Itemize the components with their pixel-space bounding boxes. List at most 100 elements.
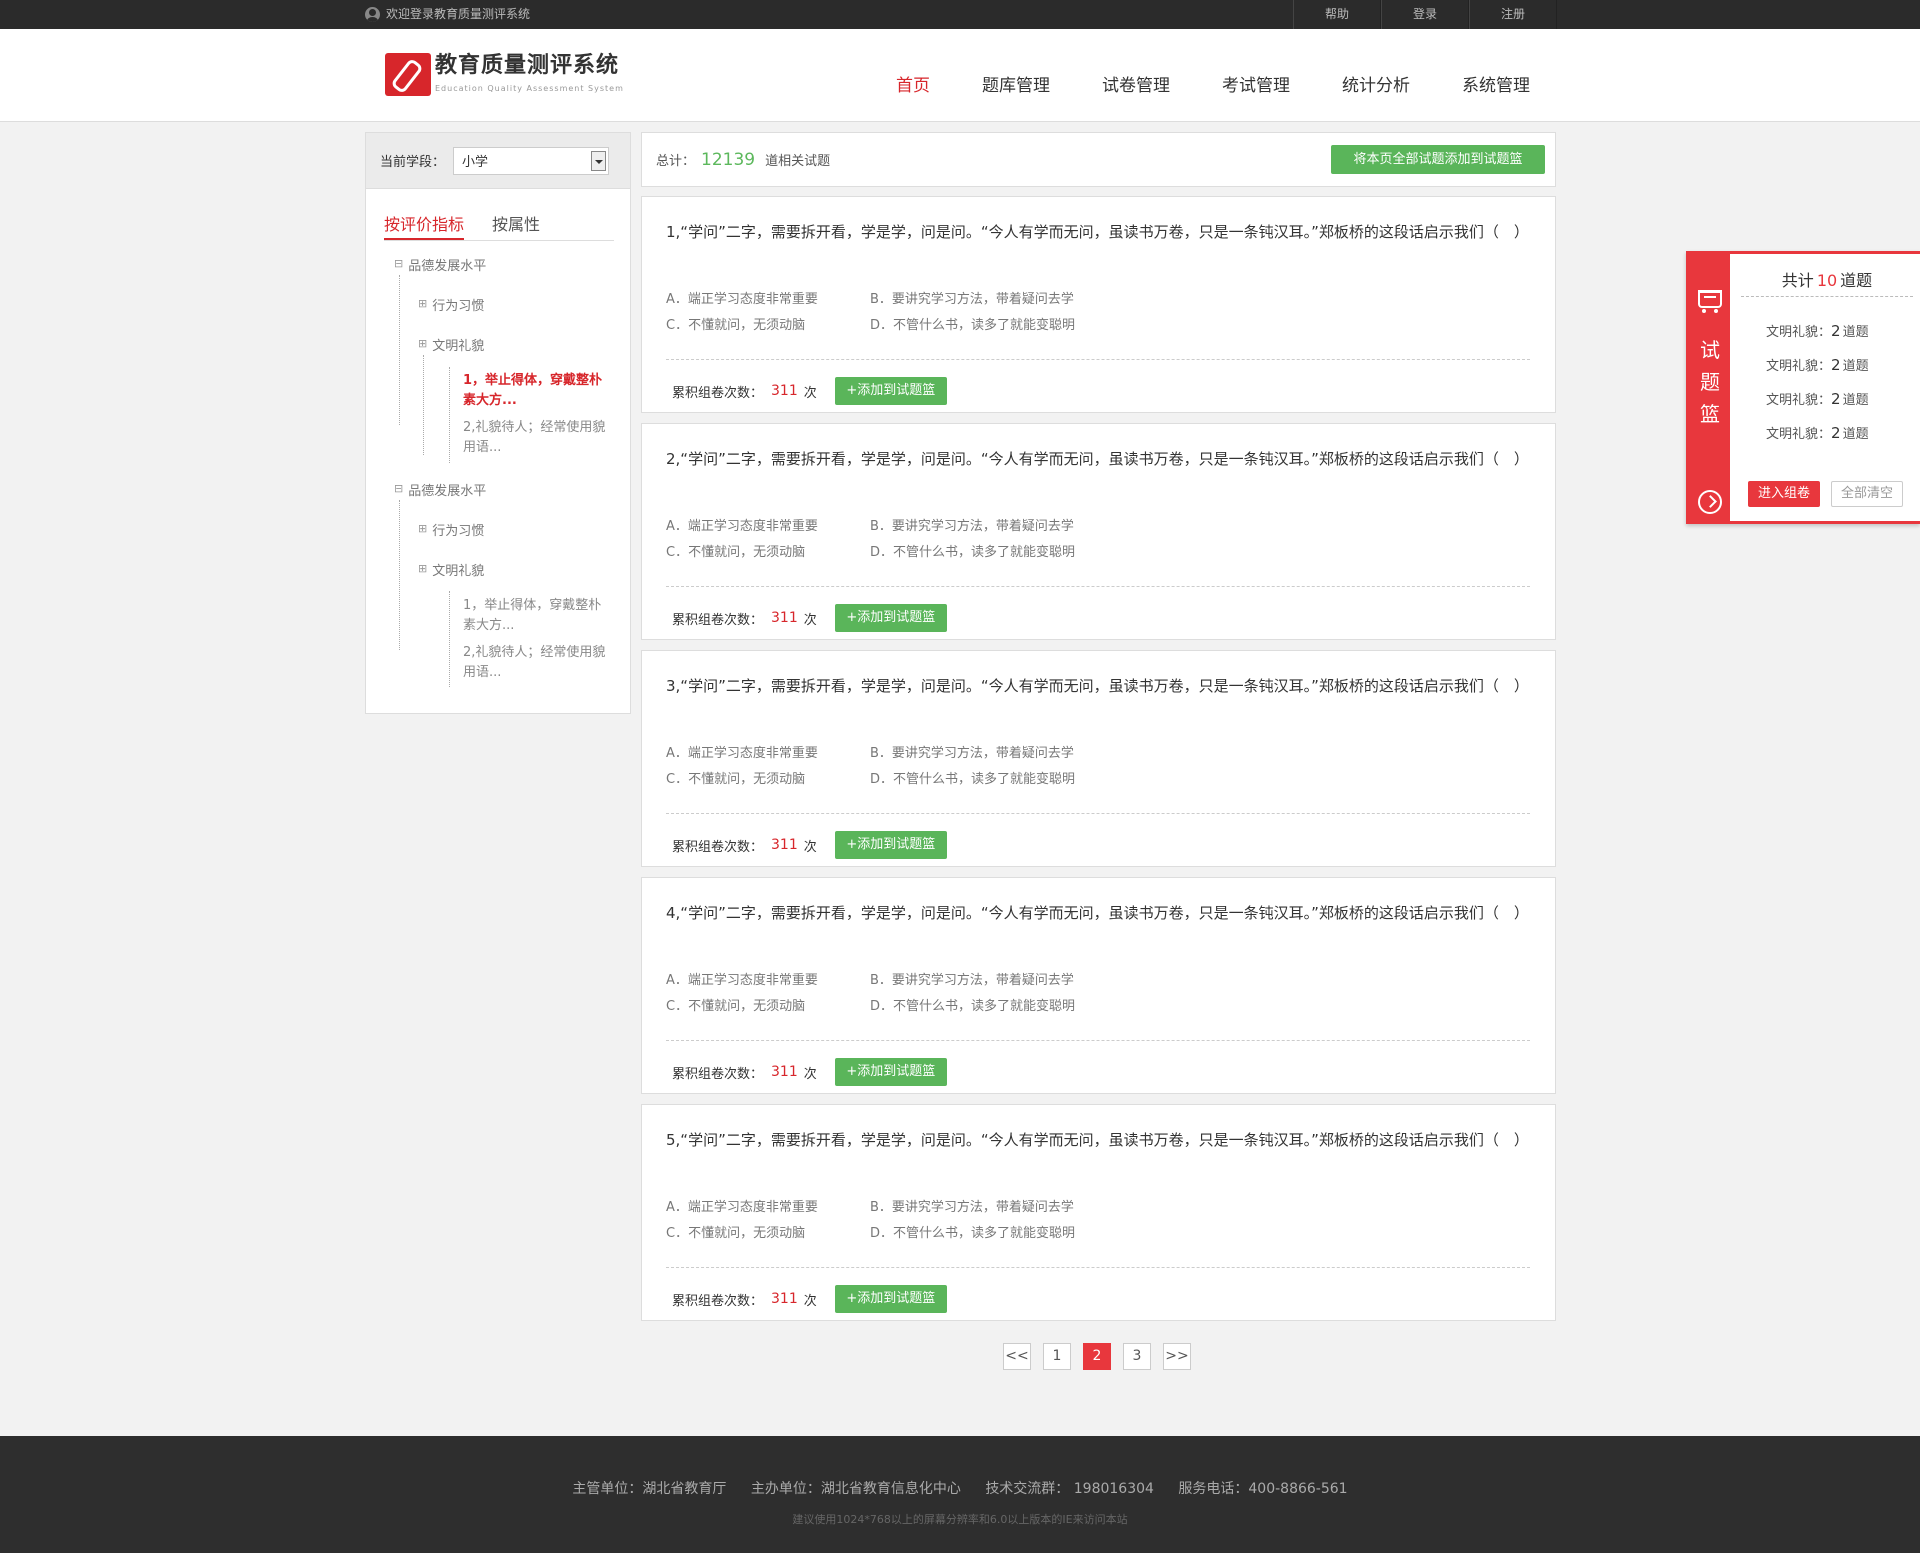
usage-label: 累积组卷次数： [672,1293,764,1309]
question-basket: 试 题 篮 共计 10 道题 文明礼貌：2 道题 文明礼貌：2 道题 文明礼貌：2 道题 … [1686,251,1920,524]
option-a: A．端正学习态度非常重要 [666,519,818,534]
stage-label: 当前学段： [380,155,446,170]
question-stem: 4,“学问”二字，需要拆开看，学是学，问是问。“今人有学而无问，虽读书万卷，只是… [666,904,1529,922]
usage-unit: 次 [803,839,817,855]
arrow-right-circle-icon[interactable] [1698,490,1722,514]
question-footer: 累积组卷次数： 311 次 +添加到试题篮 [672,1285,947,1313]
option-d: D．不管什么书，读多了就能变聪明 [870,318,1076,333]
usage-unit: 次 [803,1293,817,1309]
expand-icon[interactable]: ⊞ [418,295,427,313]
question-footer: 累积组卷次数： 311 次 +添加到试题篮 [672,377,947,405]
summary-suffix: 道相关试题 [765,154,831,169]
collapse-icon[interactable]: ⊟ [394,480,403,498]
question-footer: 累积组卷次数： 311 次 +添加到试题篮 [672,1058,947,1086]
option-a: A．端正学习态度非常重要 [666,1200,818,1215]
usage-count: 311 [771,1064,798,1080]
option-d: D．不管什么书，读多了就能变聪明 [870,1226,1076,1241]
add-to-basket-button[interactable]: +添加到试题篮 [834,1285,947,1313]
help-link[interactable]: 帮助 [1293,0,1381,29]
tree-child-node[interactable]: ⊞ 文明礼貌 [418,560,484,579]
clear-all-button[interactable]: 全部清空 [1831,481,1903,507]
tab-by-attribute[interactable]: 按属性 [492,211,540,240]
add-to-basket-button[interactable]: +添加到试题篮 [834,831,947,859]
page-2-button[interactable]: 2 [1083,1343,1111,1370]
option-a: A．端正学习态度非常重要 [666,292,818,307]
question-footer: 累积组卷次数： 311 次 +添加到试题篮 [672,604,947,632]
option-d: D．不管什么书，读多了就能变聪明 [870,545,1076,560]
question-options: A．端正学习态度非常重要 B．要讲究学习方法，带着疑问去学 C．不懂就问，无须动脑… [666,287,1075,339]
expand-icon[interactable]: ⊞ [418,520,427,538]
dropdown-arrow-icon[interactable] [591,150,607,171]
basket-side-tab[interactable]: 试 题 篮 [1689,254,1730,521]
question-stem: 5,“学问”二字，需要拆开看，学是学，问是问。“今人有学而无问，虽读书万卷，只是… [666,1131,1529,1149]
option-b: B．要讲究学习方法，带着疑问去学 [870,746,1074,761]
summary-bar: 总计： 12139 道相关试题 将本页全部试题添加到试题篮 [641,132,1556,187]
collapse-icon[interactable]: ⊟ [394,255,403,273]
nav-exam-management[interactable]: 考试管理 [1196,29,1316,122]
tree-child-node[interactable]: ⊞ 行为习惯 [418,520,484,539]
tree-leaf-node[interactable]: 2,礼貌待人；经常使用貌用语... [463,643,613,683]
usage-label: 累积组卷次数： [672,385,764,401]
page-1-button[interactable]: 1 [1043,1343,1071,1370]
option-c: C．不懂就问，无须动脑 [666,545,806,560]
add-to-basket-button[interactable]: +添加到试题篮 [834,377,947,405]
welcome-message: 欢迎登录教育质量测评系统 [365,0,530,29]
sidebar-tabs: 按评价指标 按属性 [384,211,614,241]
option-c: C．不懂就问，无须动脑 [666,772,806,787]
logo[interactable]: 教育质量测评系统 Education Quality Assessment Sy… [385,53,624,96]
option-b: B．要讲究学习方法，带着疑问去学 [870,292,1074,307]
add-all-to-basket-button[interactable]: 将本页全部试题添加到试题篮 [1331,145,1545,174]
tree-leaf-node[interactable]: 1，举止得体，穿戴整朴素大方... [463,596,613,636]
question-options: A．端正学习态度非常重要 B．要讲究学习方法，带着疑问去学 C．不懂就问，无须动脑… [666,741,1075,793]
question-footer: 累积组卷次数： 311 次 +添加到试题篮 [672,831,947,859]
tree-line [423,355,424,455]
usage-count: 311 [771,610,798,626]
question-card: 2,“学问”二字，需要拆开看，学是学，问是问。“今人有学而无问，虽读书万卷，只是… [641,423,1556,640]
tree-group-node[interactable]: ⊟ 品德发展水平 [394,480,486,499]
add-to-basket-button[interactable]: +添加到试题篮 [834,1058,947,1086]
login-link[interactable]: 登录 [1381,0,1469,29]
tree-line [399,275,400,425]
enter-compose-button[interactable]: 进入组卷 [1748,481,1820,507]
usage-unit: 次 [803,1066,817,1082]
prev-page-button[interactable]: << [1003,1343,1031,1370]
expand-icon[interactable]: ⊞ [418,560,427,578]
nav-question-bank[interactable]: 题库管理 [956,29,1076,122]
expand-icon[interactable]: ⊞ [418,335,427,353]
tree-leaf-node[interactable]: 1，举止得体，穿戴整朴素大方... [463,371,613,411]
tree-leaf-node[interactable]: 2,礼貌待人；经常使用貌用语... [463,418,613,458]
add-to-basket-button[interactable]: +添加到试题篮 [834,604,947,632]
tab-by-indicator[interactable]: 按评价指标 [384,211,465,240]
pagination: << 1 2 3 >> [1003,1343,1203,1370]
indicator-tree: ⊟ 品德发展水平 ⊞ 行为习惯 ⊞ 文明礼貌 1，举止得体，穿戴整朴素大方...… [366,241,630,687]
nav-home[interactable]: 首页 [870,29,956,122]
register-link[interactable]: 注册 [1469,0,1557,29]
option-a: A．端正学习态度非常重要 [666,746,818,761]
question-card: 4,“学问”二字，需要拆开看，学是学，问是问。“今人有学而无问，虽读书万卷，只是… [641,877,1556,1094]
page-3-button[interactable]: 3 [1123,1343,1151,1370]
footer-tech-group: 技术交流群： 198016304 [985,1481,1154,1497]
basket-item: 文明礼貌：2 道题 [1766,424,1869,442]
nav-paper-management[interactable]: 试卷管理 [1076,29,1196,122]
tree-child-node[interactable]: ⊞ 行为习惯 [418,295,484,314]
stage-select[interactable]: 小学 [453,146,610,175]
nav-statistics[interactable]: 统计分析 [1316,29,1436,122]
tree-line [449,367,450,463]
question-card: 1,“学问”二字，需要拆开看，学是学，问是问。“今人有学而无问，虽读书万卷，只是… [641,196,1556,413]
cart-icon [1698,290,1722,313]
footer-supervisor: 主管单位：湖北省教育厅 [572,1481,727,1497]
usage-unit: 次 [803,385,817,401]
option-b: B．要讲究学习方法，带着疑问去学 [870,519,1074,534]
divider [666,813,1530,814]
logo-subtitle: Education Quality Assessment System [435,84,624,93]
tree-group-node[interactable]: ⊟ 品德发展水平 [394,255,486,274]
tree-child-node[interactable]: ⊞ 文明礼貌 [418,335,484,354]
option-c: C．不懂就问，无须动脑 [666,999,806,1014]
usage-label: 累积组卷次数： [672,839,764,855]
next-page-button[interactable]: >> [1163,1343,1191,1370]
nav-system-management[interactable]: 系统管理 [1436,29,1556,122]
site-footer: 主管单位：湖北省教育厅 主办单位：湖北省教育信息化中心 技术交流群： 19801… [0,1436,1920,1553]
usage-count: 311 [771,383,798,399]
top-bar: 欢迎登录教育质量测评系统 帮助 登录 注册 [0,0,1920,29]
option-b: B．要讲究学习方法，带着疑问去学 [870,1200,1074,1215]
